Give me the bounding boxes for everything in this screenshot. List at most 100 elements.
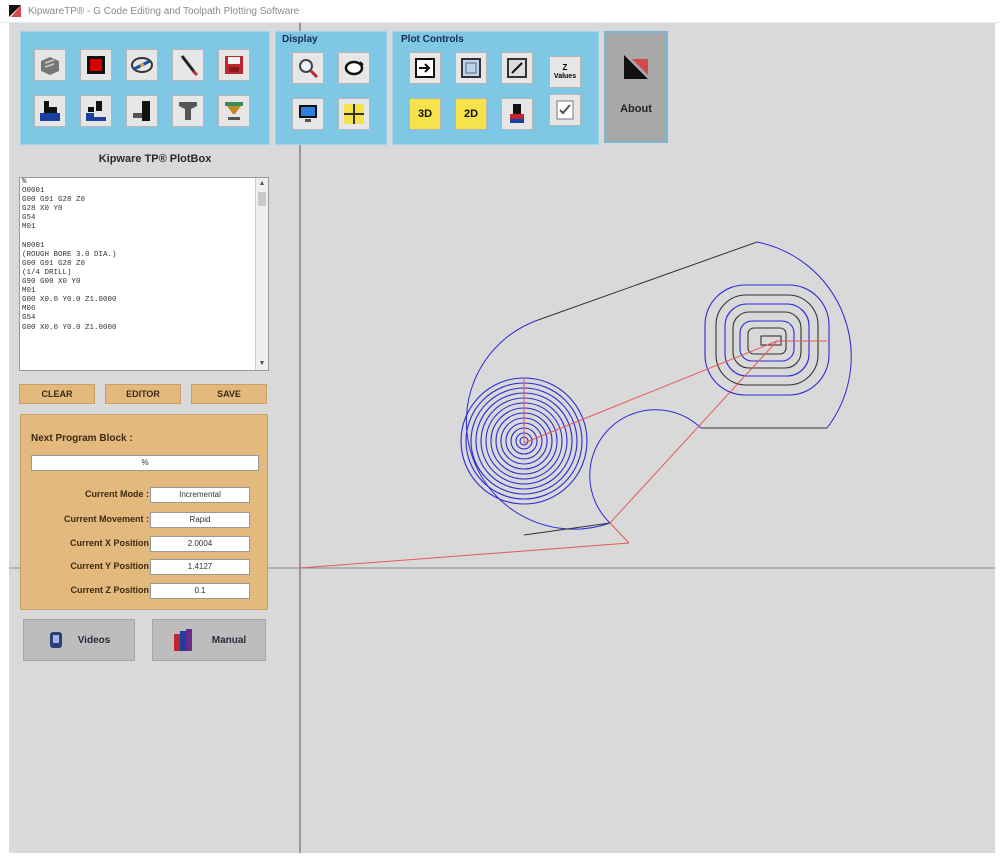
y-position-value: 1.4127 bbox=[150, 559, 250, 575]
monitor-button[interactable] bbox=[292, 98, 324, 130]
clear-slash-icon bbox=[507, 58, 527, 78]
gcode-line: % bbox=[22, 178, 27, 186]
next-block-label: Next Program Block : bbox=[31, 433, 133, 444]
plot-controls-title: Plot Controls bbox=[401, 34, 464, 45]
about-label: About bbox=[620, 103, 652, 115]
tool-view-button[interactable] bbox=[501, 98, 533, 130]
x-position-value: 2.0004 bbox=[150, 536, 250, 552]
gcode-line: G00 G91 G28 Z0 bbox=[22, 196, 86, 205]
tool-view-icon bbox=[510, 104, 524, 123]
lathe-profile-button[interactable] bbox=[126, 95, 158, 127]
checklist-button[interactable] bbox=[549, 94, 581, 126]
z-values-label-bottom: Values bbox=[553, 73, 577, 80]
window-title: KipwareTP® - G Code Editing and Toolpath… bbox=[28, 5, 300, 17]
pen-icon bbox=[180, 55, 199, 77]
video-icon bbox=[49, 632, 62, 648]
disk-program-icon bbox=[131, 57, 153, 73]
gcode-line: N0001 bbox=[22, 241, 45, 250]
gcode-scrollbar[interactable]: ▲ ▼ bbox=[255, 178, 268, 370]
gcode-line bbox=[20, 233, 268, 242]
clear-plot-button[interactable] bbox=[501, 52, 533, 84]
gcode-line: G00 G91 G28 Z0 bbox=[22, 259, 86, 268]
z-position-label: Current Z Position bbox=[70, 585, 150, 595]
gcode-line: G28 X0 Y0 bbox=[22, 205, 63, 214]
step-arrow-icon bbox=[415, 58, 435, 78]
mill-pocket-icon bbox=[86, 101, 106, 121]
gcode-line: (ROUGH BORE 3.0 DIA.) bbox=[22, 250, 117, 259]
square-frame-icon bbox=[461, 58, 481, 78]
manual-label: Manual bbox=[211, 634, 247, 646]
gcode-line: M06 bbox=[22, 305, 36, 314]
axis-origin-button[interactable] bbox=[338, 98, 370, 130]
full-plot-button[interactable] bbox=[455, 52, 487, 84]
mill-pocket-button[interactable] bbox=[80, 95, 112, 127]
clear-button[interactable]: CLEAR bbox=[19, 384, 95, 404]
editor-button[interactable]: EDITOR bbox=[105, 384, 181, 404]
manual-button[interactable]: Manual bbox=[152, 619, 266, 661]
zoom-button[interactable] bbox=[292, 52, 324, 84]
current-movement-label: Current Movement : bbox=[63, 514, 149, 524]
save-disk-button[interactable] bbox=[218, 49, 250, 81]
step-plot-button[interactable] bbox=[409, 52, 441, 84]
main-window: Display Plot Controls Z Values 3D 2D Abo… bbox=[9, 23, 995, 853]
status-panel: Next Program Block : % Current Mode : In… bbox=[20, 414, 268, 610]
rotate-icon bbox=[344, 60, 364, 76]
plotbox-title: Kipware TP® PlotBox bbox=[98, 153, 212, 165]
next-block-field: % bbox=[31, 455, 259, 471]
videos-label: Videos bbox=[77, 634, 111, 646]
scroll-up-icon[interactable]: ▲ bbox=[256, 178, 268, 190]
z-values-label-top: Z bbox=[562, 63, 568, 72]
gcode-line: G54 bbox=[22, 214, 36, 223]
tool-holder-button[interactable] bbox=[172, 95, 204, 127]
magnifier-icon bbox=[299, 59, 319, 79]
scroll-down-icon[interactable]: ▼ bbox=[256, 358, 268, 370]
main-toolbar-panel bbox=[20, 31, 270, 145]
save-button[interactable]: SAVE bbox=[191, 384, 267, 404]
chamfer-tool-button[interactable] bbox=[218, 95, 250, 127]
gcode-line: M01 bbox=[22, 287, 36, 296]
title-bar: KipwareTP® - G Code Editing and Toolpath… bbox=[0, 0, 1000, 23]
checklist-icon bbox=[556, 100, 574, 120]
videos-button[interactable]: Videos bbox=[23, 619, 135, 661]
display-panel-title: Display bbox=[282, 34, 318, 45]
current-mode-value: Incremental bbox=[150, 487, 250, 503]
app-icon bbox=[8, 4, 22, 18]
gcode-line: G90 G00 X0 Y0 bbox=[22, 278, 81, 287]
y-position-label: Current Y Position bbox=[70, 561, 149, 571]
chamfer-tool-icon bbox=[225, 102, 243, 120]
gcode-line: (1/4 DRILL) bbox=[22, 268, 72, 277]
gcode-line: O0001 bbox=[22, 187, 45, 196]
open-file-icon bbox=[41, 57, 59, 75]
view-3d-label: 3D bbox=[417, 108, 433, 120]
about-logo-icon bbox=[624, 55, 648, 79]
view-3d-button[interactable]: 3D bbox=[409, 98, 441, 130]
current-movement-value: Rapid bbox=[150, 512, 250, 528]
stop-button[interactable] bbox=[80, 49, 112, 81]
about-button[interactable]: About bbox=[604, 31, 668, 143]
rotate-view-button[interactable] bbox=[338, 52, 370, 84]
manual-books-icon bbox=[173, 629, 192, 651]
view-2d-button[interactable]: 2D bbox=[455, 98, 487, 130]
mill-operation-button[interactable] bbox=[34, 95, 66, 127]
plot-controls-panel: Plot Controls Z Values 3D 2D bbox=[392, 31, 599, 145]
lathe-profile-icon bbox=[133, 101, 150, 121]
tool-holder-icon bbox=[179, 102, 197, 120]
crosshair-icon bbox=[344, 104, 364, 124]
monitor-icon bbox=[299, 105, 317, 122]
x-position-label: Current X Position bbox=[69, 538, 149, 548]
display-panel: Display bbox=[275, 31, 387, 145]
view-2d-label: 2D bbox=[463, 108, 479, 120]
open-file-button[interactable] bbox=[34, 49, 66, 81]
current-mode-label: Current Mode : bbox=[85, 489, 149, 499]
edit-pen-button[interactable] bbox=[172, 49, 204, 81]
gcode-listing[interactable]: % O0001 G00 G91 G28 Z0 G28 X0 Y0 G54 M01… bbox=[19, 177, 269, 371]
gcode-line: G54 bbox=[22, 314, 36, 323]
scroll-thumb[interactable] bbox=[258, 192, 266, 206]
gcode-line: G00 X0.0 Y0.0 Z1.0000 bbox=[22, 323, 117, 332]
gcode-line: G00 X0.0 Y0.0 Z1.0000 bbox=[22, 296, 117, 305]
stop-icon bbox=[87, 56, 105, 74]
z-values-button[interactable]: Z Values bbox=[549, 56, 581, 88]
floppy-disk-icon bbox=[225, 56, 243, 74]
mill-part-icon bbox=[40, 101, 60, 121]
disk-program-button[interactable] bbox=[126, 49, 158, 81]
